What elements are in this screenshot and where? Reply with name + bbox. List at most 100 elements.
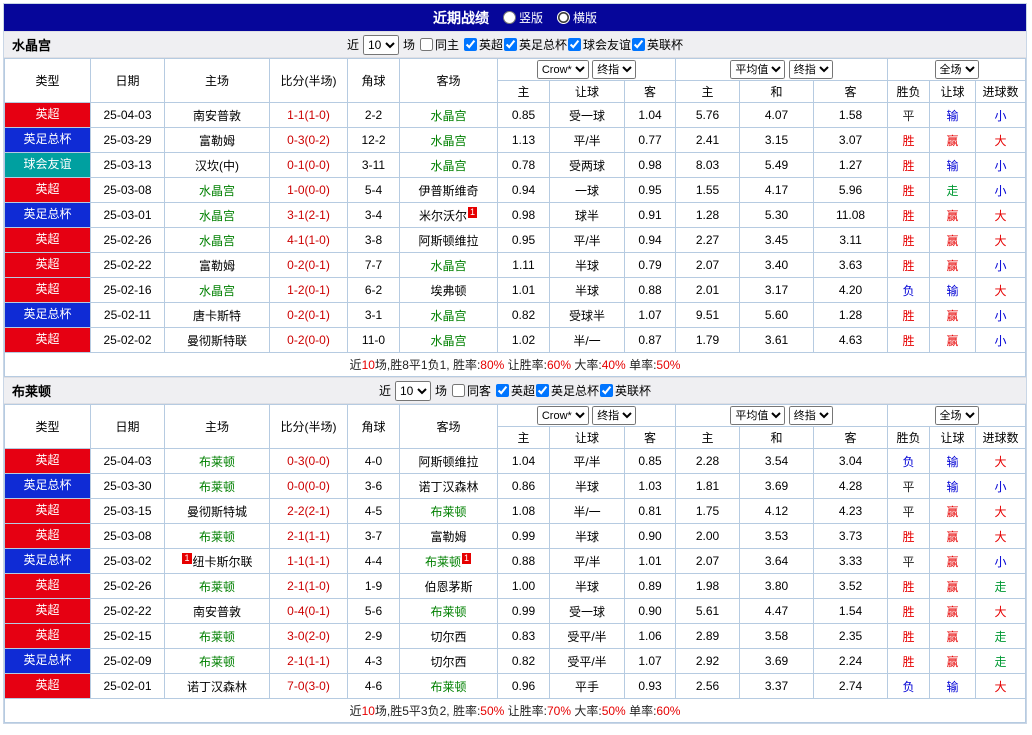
avg-away: 3.63 — [813, 252, 889, 278]
away-team-name: 布莱顿 — [430, 504, 467, 519]
league-checkbox[interactable] — [568, 38, 582, 51]
league-filter[interactable]: 英联杯 — [631, 36, 683, 53]
scope-select[interactable]: 全场 — [934, 60, 979, 79]
away-team-cell: 水晶宫 — [399, 252, 498, 278]
result-outcome: 胜 — [887, 623, 931, 649]
league-filter[interactable]: 球会友谊 — [567, 36, 631, 53]
league-checkbox[interactable] — [496, 384, 509, 397]
home-team-name: 曼彻斯特联 — [186, 333, 247, 348]
same-venue-checkbox[interactable] — [451, 384, 465, 397]
league-filter-label: 英足总杯 — [551, 384, 600, 398]
league-checkbox[interactable] — [536, 384, 550, 397]
home-team-cell: 富勒姆 — [164, 252, 270, 278]
league-type-cell: 英超 — [4, 598, 91, 624]
col-date: 日期 — [90, 404, 165, 449]
result-handicap: 走 — [929, 177, 977, 203]
result-handicap: 赢 — [929, 573, 977, 599]
match-row: 英超 25-03-08 布莱顿 2-1(1-1) 3-7 富勒姆 0.99 半球 0.90 2.0… — [4, 523, 1026, 549]
odds-handicap: 平/半 — [549, 127, 625, 153]
same-venue-checkbox[interactable] — [419, 38, 433, 51]
away-team-name: 水晶宫 — [430, 108, 467, 123]
avg-home: 1.79 — [675, 327, 741, 353]
home-team-cell: 南安普敦 — [164, 598, 270, 624]
layout-vertical-option[interactable]: 竖版 — [502, 9, 543, 26]
avg-home: 2.00 — [675, 523, 741, 549]
home-team-name: 布莱顿 — [198, 479, 235, 494]
odds-handicap: 半/一 — [549, 498, 625, 524]
league-type-cell: 英超 — [4, 227, 91, 253]
match-date: 25-03-02 — [90, 548, 165, 574]
result-handicap: 赢 — [929, 598, 977, 624]
league-checkbox[interactable] — [600, 384, 614, 397]
league-filter-label: 英联杯 — [615, 384, 652, 398]
scope-select[interactable]: 全场 — [934, 406, 979, 425]
result-handicap: 赢 — [929, 302, 977, 328]
result-goals: 小 — [975, 252, 1026, 278]
summary-part: 胜率: — [452, 704, 481, 718]
corner-count: 3-4 — [347, 202, 400, 228]
match-date: 25-03-08 — [90, 523, 165, 549]
league-badge: 英超 — [5, 499, 90, 523]
avg-draw: 3.69 — [739, 473, 815, 499]
league-badge: 英超 — [5, 228, 90, 252]
league-type-cell: 英超 — [4, 623, 91, 649]
match-score: 0-2(0-1) — [269, 302, 348, 328]
vertical-radio[interactable] — [502, 11, 516, 24]
league-filter[interactable]: 英足总杯 — [535, 382, 599, 399]
match-date: 25-02-16 — [90, 277, 165, 303]
avg-source-select[interactable]: 平均值 — [730, 60, 786, 79]
count-select[interactable]: 10 — [362, 34, 399, 55]
result-handicap: 输 — [929, 448, 977, 474]
result-goals: 大 — [975, 448, 1026, 474]
summary-part: 10 — [361, 704, 375, 718]
odds-home: 0.82 — [497, 302, 550, 328]
match-score: 0-3(0-2) — [269, 127, 348, 153]
league-filter[interactable]: 英超 — [495, 382, 535, 399]
avg-away: 3.33 — [813, 548, 889, 574]
avg-draw: 5.49 — [739, 152, 815, 178]
league-filter[interactable]: 英超 — [463, 36, 503, 53]
league-checkbox[interactable] — [632, 38, 646, 51]
result-goals: 小 — [975, 302, 1026, 328]
col-odds-handicap: 让球 — [549, 80, 625, 103]
league-badge: 英超 — [5, 674, 90, 698]
avg-away: 2.24 — [813, 648, 889, 674]
bookmaker-select[interactable]: Crow* — [536, 60, 589, 79]
result-outcome: 胜 — [887, 127, 931, 153]
odds-stage-select[interactable]: 终指 — [592, 406, 637, 425]
league-filter[interactable]: 英足总杯 — [503, 36, 567, 53]
league-checkbox[interactable] — [463, 38, 477, 51]
avg-stage-select[interactable]: 终指 — [788, 60, 833, 79]
horizontal-radio[interactable] — [557, 11, 570, 24]
match-row: 英超 25-02-22 南安普敦 0-4(0-1) 5-6 布莱顿 0.99 受一球 0.90 5… — [4, 598, 1026, 624]
result-handicap: 赢 — [929, 202, 977, 228]
away-team-cell: 切尔西 — [399, 623, 498, 649]
match-date: 25-03-15 — [90, 498, 165, 524]
odds-away: 1.04 — [623, 102, 677, 128]
odds-stage-select[interactable]: 终指 — [592, 60, 637, 79]
odds-home: 0.83 — [497, 623, 550, 649]
away-team-cell: 伊普斯维奇 — [399, 177, 498, 203]
home-team-name: 富勒姆 — [198, 258, 235, 273]
away-team-name: 布莱顿 — [424, 554, 461, 569]
match-date: 25-02-02 — [90, 327, 165, 353]
avg-stage-select[interactable]: 终指 — [788, 406, 833, 425]
bookmaker-select[interactable]: Crow* — [536, 406, 589, 425]
avg-draw: 3.61 — [739, 327, 815, 353]
same-venue-label: 同客 — [466, 384, 491, 398]
avg-source-select[interactable]: 平均值 — [730, 406, 786, 425]
count-select[interactable]: 10 — [394, 380, 431, 401]
league-badge: 球会友谊 — [5, 153, 90, 177]
results-table: 类型 日期 主场 比分(半场) 角球 客场 Crow* 终指 平均值 终指 全场… — [4, 404, 1026, 723]
result-handicap: 输 — [929, 152, 977, 178]
home-team-cell: 曼彻斯特城 — [164, 498, 270, 524]
same-venue-filter[interactable]: 同主 — [419, 36, 459, 53]
same-venue-filter[interactable]: 同客 — [451, 382, 491, 399]
layout-horizontal-option[interactable]: 横版 — [557, 9, 597, 26]
league-filter[interactable]: 英联杯 — [599, 382, 651, 399]
home-team-cell: 水晶宫 — [164, 277, 270, 303]
odds-away: 0.90 — [623, 598, 677, 624]
results-table: 类型 日期 主场 比分(半场) 角球 客场 Crow* 终指 平均值 终指 全场… — [4, 58, 1026, 377]
corner-count: 5-4 — [347, 177, 400, 203]
league-checkbox[interactable] — [504, 38, 517, 51]
